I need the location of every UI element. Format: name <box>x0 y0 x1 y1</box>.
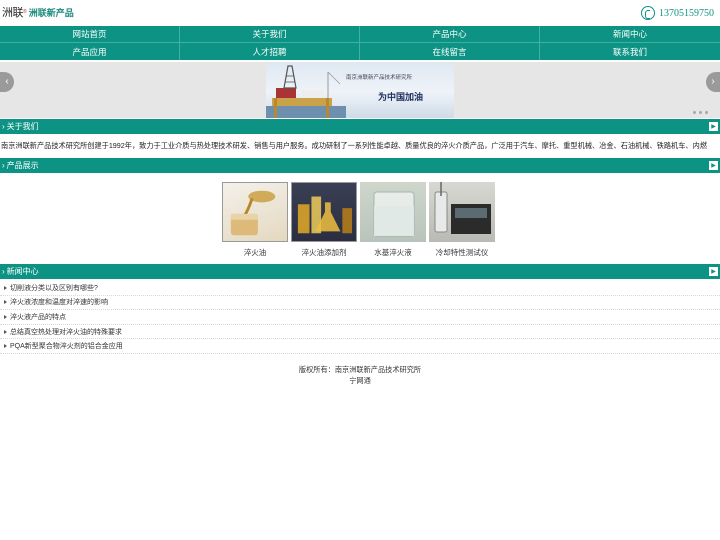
nav-item-news[interactable]: 新闻中心 <box>540 26 720 43</box>
banner-slider: 南京洲联新产品技术研究所 为中国加油 ‹ › <box>0 62 720 118</box>
product-image[interactable] <box>291 182 357 242</box>
news-list: 切削液分类以及区别有哪些? 淬火液浓度和温度对淬速的影响 淬火液产品的特点 总结… <box>0 281 720 354</box>
footer-provider-link[interactable]: 宁网通 <box>0 375 720 386</box>
footer: 版权所有：南京洲联新产品技术研究所 宁网通 <box>0 364 720 386</box>
banner-image[interactable]: 南京洲联新产品技术研究所 为中国加油 <box>266 62 454 118</box>
nav-item-message[interactable]: 在线留言 <box>360 43 540 60</box>
product-card[interactable]: 淬火油添加剂 <box>291 182 357 258</box>
nav-item-contact[interactable]: 联系我们 <box>540 43 720 60</box>
news-item[interactable]: PQA新型聚合物淬火剂的铝合金应用 <box>0 339 720 354</box>
product-image[interactable] <box>429 182 495 242</box>
about-intro-text: 南京洲联新产品技术研究所创建于1992年，致力于工业介质与热处理技术研发、销售与… <box>1 141 707 150</box>
chevron-right-icon: › <box>711 76 715 87</box>
news-item[interactable]: 淬火液浓度和温度对淬速的影响 <box>0 296 720 311</box>
flasks-illustration <box>297 196 353 234</box>
product-image[interactable] <box>222 182 288 242</box>
news-title[interactable]: 淬火液产品的特点 <box>10 312 66 322</box>
products-section-title: 产品展示 <box>6 161 39 170</box>
product-name[interactable]: 淬火油添加剂 <box>302 247 347 258</box>
nav-item-about[interactable]: 关于我们 <box>180 26 360 43</box>
footer-copyright: 版权所有：南京洲联新产品技术研究所 <box>298 365 422 374</box>
product-name[interactable]: 水基淬火液 <box>374 247 412 258</box>
site-logo[interactable]: 洲联 ® 洲联新产品 <box>2 5 74 19</box>
about-section-header: › 关于我们 ▶ <box>0 119 720 134</box>
nav-item-products[interactable]: 产品中心 <box>360 26 540 43</box>
header: 洲联 ® 洲联新产品 13705159750 <box>0 0 720 26</box>
product-image[interactable] <box>360 182 426 242</box>
news-more-button[interactable]: ▶ <box>709 267 718 276</box>
main-nav: 网站首页 关于我们 产品中心 新闻中心 产品应用 人才招聘 在线留言 联系我们 <box>0 26 720 60</box>
slider-next-button[interactable]: › <box>706 72 720 92</box>
products-section-header: › 产品展示 ▶ <box>0 158 720 173</box>
nav-item-careers[interactable]: 人才招聘 <box>180 43 360 60</box>
about-section-title: 关于我们 <box>6 122 39 131</box>
bullet-icon <box>4 314 7 319</box>
product-name[interactable]: 冷却特性测试仪 <box>436 247 489 258</box>
phone-number: 13705159750 <box>659 7 714 19</box>
news-title[interactable]: 切削液分类以及区别有哪些? <box>10 283 98 293</box>
about-more-button[interactable]: ▶ <box>709 122 718 131</box>
news-item[interactable]: 淬火液产品的特点 <box>0 310 720 325</box>
bullet-icon <box>4 344 7 349</box>
news-section-header: › 新闻中心 ▶ <box>0 264 720 279</box>
chevron-left-icon: ‹ <box>5 76 9 87</box>
products-more-button[interactable]: ▶ <box>709 161 718 170</box>
slider-prev-button[interactable]: ‹ <box>0 72 14 92</box>
phone-icon <box>641 6 655 20</box>
logo-mark: 洲联 <box>2 6 24 19</box>
chevron-right-icon: › <box>2 161 5 170</box>
slider-dots <box>693 111 708 114</box>
nav-item-home[interactable]: 网站首页 <box>0 26 180 43</box>
slider-dot[interactable] <box>693 111 696 114</box>
product-name[interactable]: 淬火油 <box>244 247 267 258</box>
bullet-icon <box>4 300 7 305</box>
beaker-illustration <box>373 191 415 237</box>
logo-name: 洲联新产品 <box>28 7 74 18</box>
news-title[interactable]: PQA新型聚合物淬火剂的铝合金应用 <box>10 341 123 351</box>
news-section-title: 新闻中心 <box>6 267 39 276</box>
news-title[interactable]: 淬火液浓度和温度对淬速的影响 <box>10 297 108 307</box>
banner-slogan: 为中国加油 <box>378 93 424 103</box>
phone-contact: 13705159750 <box>641 6 714 20</box>
oil-rig-illustration <box>266 65 346 118</box>
news-item[interactable]: 切削液分类以及区别有哪些? <box>0 281 720 296</box>
slider-dot[interactable] <box>699 111 702 114</box>
tester-illustration <box>434 182 491 234</box>
news-title[interactable]: 总结真空热处理对淬火油的特殊要求 <box>10 327 122 337</box>
oil-pour-illustration <box>230 190 276 236</box>
slider-dot[interactable] <box>705 111 708 114</box>
chevron-right-icon: › <box>2 122 5 131</box>
bullet-icon <box>4 285 7 290</box>
product-card[interactable]: 冷却特性测试仪 <box>429 182 495 258</box>
chevron-right-icon: › <box>2 267 5 276</box>
product-gallery: 淬火油 淬火油添加剂 水基淬火液 冷却特性测试仪 <box>222 182 495 258</box>
nav-item-applications[interactable]: 产品应用 <box>0 43 180 60</box>
registered-mark: ® <box>23 9 27 15</box>
banner-caption: 南京洲联新产品技术研究所 <box>346 75 413 81</box>
product-card[interactable]: 水基淬火液 <box>360 182 426 258</box>
bullet-icon <box>4 329 7 334</box>
product-card[interactable]: 淬火油 <box>222 182 288 258</box>
news-item[interactable]: 总结真空热处理对淬火油的特殊要求 <box>0 325 720 340</box>
